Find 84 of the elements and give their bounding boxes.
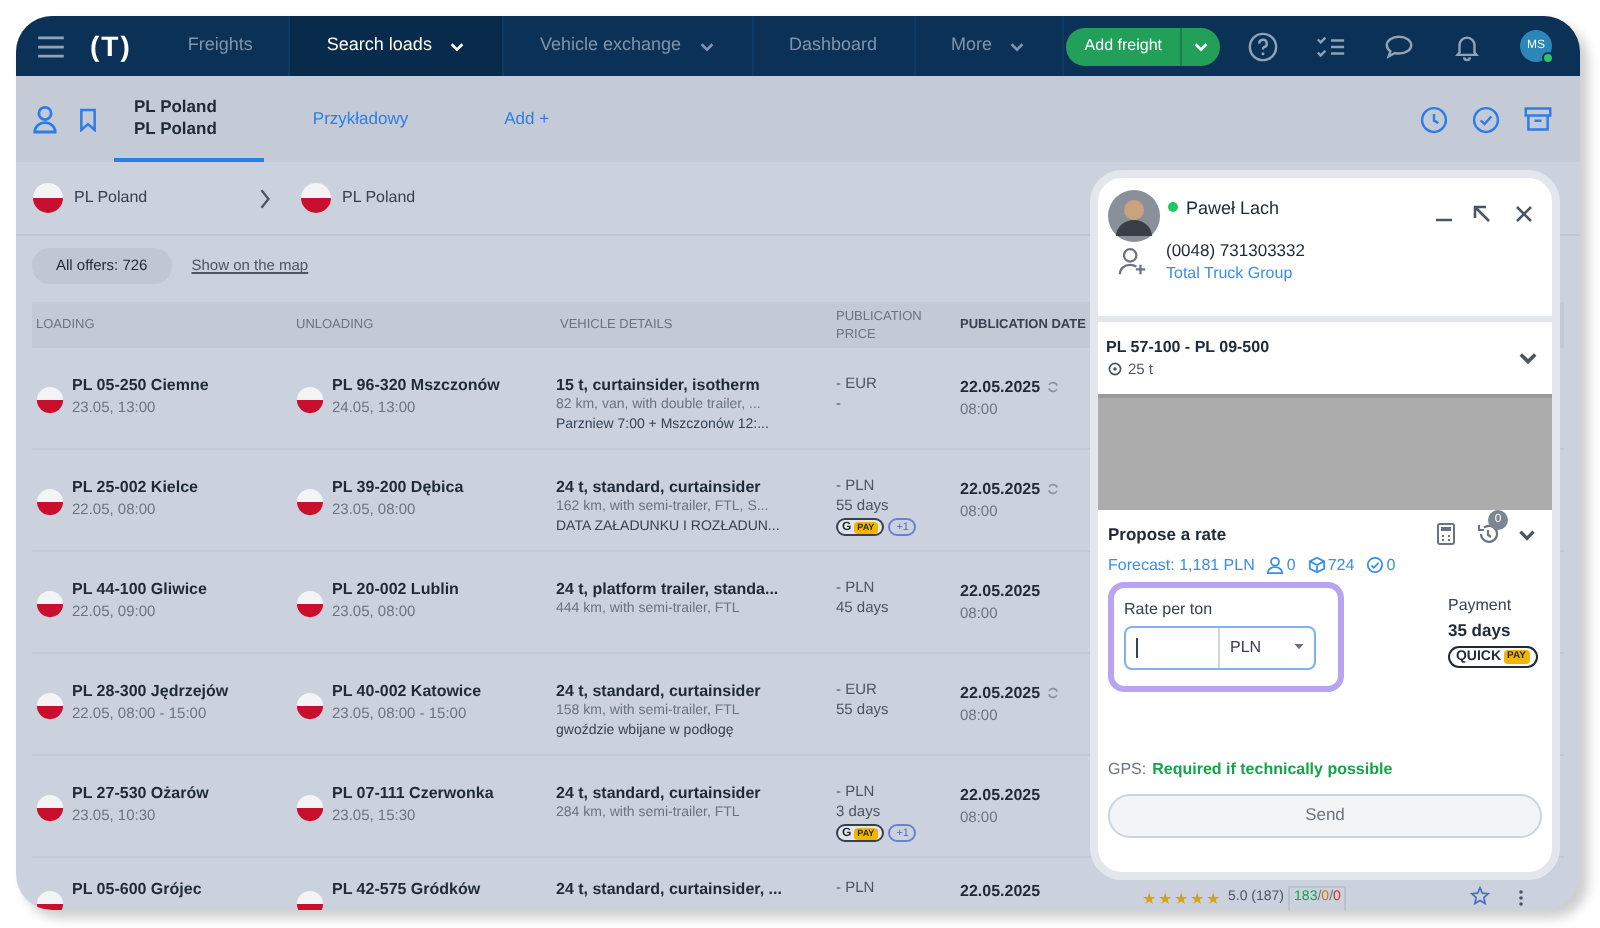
route-title: PL 57-100 - PL 09-500 xyxy=(1106,336,1270,358)
place-text: PL 07-111 Czerwonka xyxy=(332,782,494,804)
contact-name: Paweł Lach xyxy=(1186,196,1280,222)
company-link[interactable]: Total Truck Group xyxy=(1166,262,1305,286)
flag-icon xyxy=(296,890,324,910)
help-icon[interactable] xyxy=(1248,31,1278,61)
place-text: PL 42-575 Gródków xyxy=(332,878,481,900)
gps-label: GPS: xyxy=(1108,757,1147,782)
tab[interactable]: PL Poland PL Poland xyxy=(114,76,265,162)
phone-number: (0048) 731303332 xyxy=(1166,238,1305,262)
date-text: 22.05.2025 xyxy=(960,880,1041,902)
date-text: 22.05.2025 xyxy=(960,784,1041,806)
send-button[interactable]: Send xyxy=(1108,793,1542,838)
flag-icon xyxy=(32,182,64,214)
tab[interactable]: Add + xyxy=(456,76,598,162)
payment-label: Payment xyxy=(1447,593,1512,618)
check-circle-icon[interactable] xyxy=(1472,105,1500,133)
stat-value: 724 xyxy=(1327,553,1355,578)
menu-icon[interactable] xyxy=(36,35,66,57)
expand-icon[interactable] xyxy=(1472,204,1492,224)
place-text: PL 20-002 Lublin xyxy=(332,578,459,600)
vehicle-text: 15 t, curtainsider, isotherm xyxy=(556,374,762,396)
place-text: PL 44-100 Gliwice xyxy=(72,578,207,600)
place-text: PL 28-300 Jędrzejów xyxy=(72,680,229,702)
place-text: PL 05-250 Ciemne xyxy=(72,374,209,396)
currency-dropdown[interactable]: PLN xyxy=(1218,627,1314,668)
place-text: PL 40-002 Katowice xyxy=(332,680,482,702)
avatar xyxy=(1108,190,1160,242)
check-circle-icon xyxy=(1366,556,1385,575)
place-text: PL 96-320 Mszczonów xyxy=(332,374,500,396)
star-rating: ★★★★★ xyxy=(1142,889,1220,908)
vehicle-text: 24 t, standard, curtainsider xyxy=(556,782,763,804)
flag-icon xyxy=(296,692,324,720)
field-label: Rate per ton xyxy=(1124,597,1215,622)
vehicle-text: 24 t, standard, curtainsider xyxy=(556,476,763,498)
section-title: Propose a rate xyxy=(1108,522,1227,548)
flag-icon xyxy=(36,386,64,414)
date-text: 22.05.2025 xyxy=(960,682,1041,704)
date-text: 22.05.2025 xyxy=(960,580,1041,602)
date-text: 22.05.2025 xyxy=(960,376,1041,398)
stat-value: 0 xyxy=(1386,553,1396,578)
chevron-right-icon xyxy=(258,187,272,209)
flag-icon xyxy=(36,692,64,720)
checklist-icon[interactable] xyxy=(1316,31,1346,61)
cube-icon xyxy=(1307,556,1326,575)
calculator-icon[interactable] xyxy=(1436,522,1456,547)
vehicle-text: 24 t, platform trailer, standa... xyxy=(556,578,781,600)
history-icon[interactable] xyxy=(1476,522,1500,547)
chevron-down-icon xyxy=(1192,37,1210,55)
flag-icon xyxy=(36,488,64,516)
forecast-text: Forecast: 1,181 PLN xyxy=(1108,553,1255,578)
star-outline-icon[interactable] xyxy=(1470,886,1490,906)
flag-icon xyxy=(296,590,324,618)
flag-icon xyxy=(296,488,324,516)
stat-value: 0 xyxy=(1286,553,1296,578)
logo[interactable]: (T) xyxy=(90,25,132,67)
wheel-icon xyxy=(1108,362,1122,376)
bell-icon[interactable] xyxy=(1452,31,1482,61)
location-text: PL Poland xyxy=(342,186,416,210)
close-icon[interactable] xyxy=(1514,204,1534,224)
flag-icon xyxy=(300,182,332,214)
vehicle-text: 24 t, standard, curtainsider xyxy=(556,680,763,702)
date-text: 22.05.2025 xyxy=(960,478,1041,500)
chat-icon[interactable] xyxy=(1384,31,1414,61)
nav-tab[interactable]: Search loads xyxy=(290,16,504,76)
place-text: PL 05-600 Grójec xyxy=(72,878,202,900)
tab[interactable]: Przykładowy xyxy=(264,76,457,162)
flag-icon xyxy=(296,386,324,414)
dropdown-caret-icon xyxy=(1294,644,1304,651)
add-contact-icon[interactable] xyxy=(1118,246,1148,276)
flag-icon xyxy=(36,590,64,618)
flag-icon xyxy=(36,890,64,910)
place-text: PL 39-200 Dębica xyxy=(332,476,464,498)
location-text: PL Poland xyxy=(74,186,150,210)
gps-value: Required if technically possible xyxy=(1152,757,1393,782)
place-text: PL 27-530 Ożarów xyxy=(72,782,209,804)
payment-value: 35 days xyxy=(1447,617,1511,644)
flag-icon xyxy=(296,794,324,822)
rate-input[interactable]: PLN xyxy=(1124,625,1316,670)
more-icon[interactable] xyxy=(1518,888,1524,908)
place-text: PL 25-002 Kielce xyxy=(72,476,199,498)
vehicle-text: 24 t, standard, curtainsider, ... xyxy=(556,878,784,900)
flag-icon xyxy=(36,794,64,822)
person-icon xyxy=(1266,556,1285,575)
